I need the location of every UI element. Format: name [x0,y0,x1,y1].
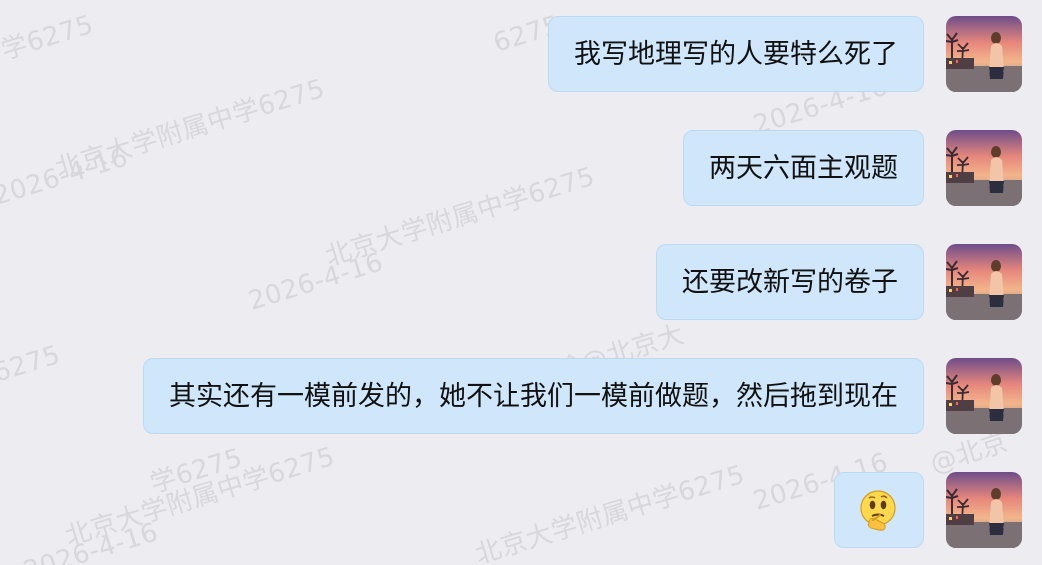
message-row: 还要改新写的卷子 [0,244,1042,320]
thinking-emoji-icon [857,489,899,531]
avatar[interactable] [946,472,1022,548]
message-bubble[interactable]: 我写地理写的人要特么死了 [548,16,924,92]
chat-message-list: 我写地理写的人要特么死了 两天六面主观题 还要改新写的卷子 其实还有一模前发的，… [0,0,1042,565]
avatar-image [946,130,1022,206]
avatar[interactable] [946,358,1022,434]
avatar[interactable] [946,16,1022,92]
message-bubble[interactable]: 两天六面主观题 [683,130,924,206]
avatar[interactable] [946,130,1022,206]
message-bubble[interactable]: 还要改新写的卷子 [656,244,924,320]
message-row: 两天六面主观题 [0,130,1042,206]
avatar-image [946,358,1022,434]
avatar[interactable] [946,244,1022,320]
avatar-image [946,16,1022,92]
message-row [0,472,1042,548]
avatar-image [946,472,1022,548]
message-bubble[interactable]: 其实还有一模前发的，她不让我们一模前做题，然后拖到现在 [143,358,924,434]
message-row: 我写地理写的人要特么死了 [0,16,1042,92]
message-row: 其实还有一模前发的，她不让我们一模前做题，然后拖到现在 [0,358,1042,434]
avatar-image [946,244,1022,320]
